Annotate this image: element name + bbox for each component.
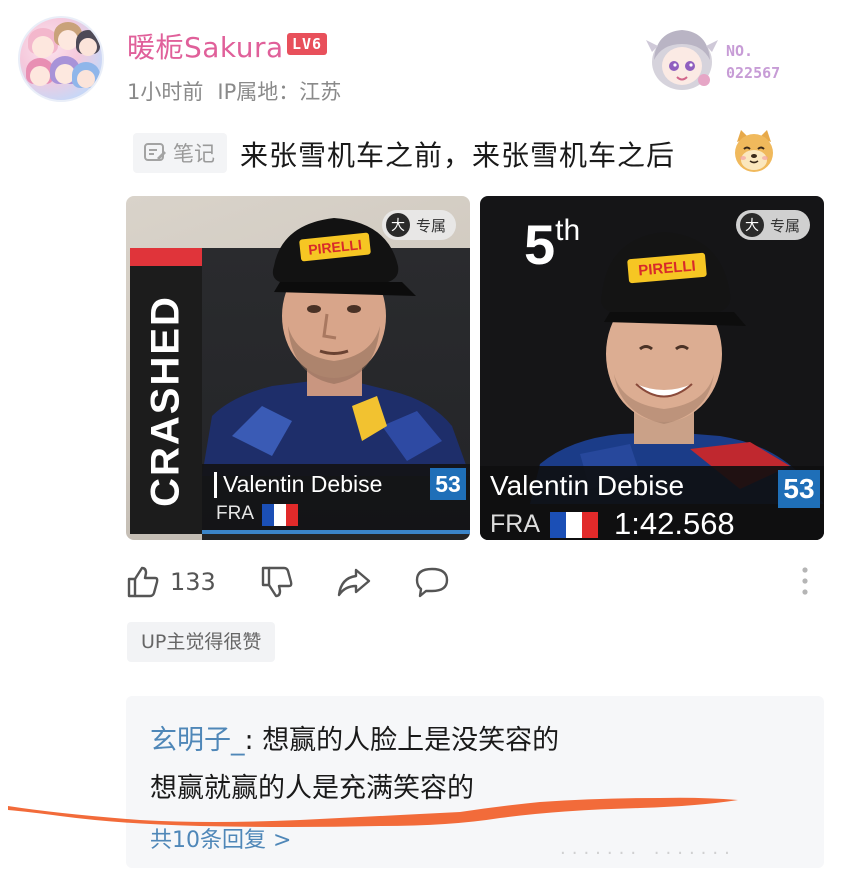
note-icon [144, 143, 166, 161]
orange-underline-scribble [8, 797, 738, 827]
dislike-button[interactable] [260, 565, 294, 599]
france-flag-icon [550, 512, 598, 538]
thumbs-down-icon [261, 566, 293, 598]
comment-button[interactable] [414, 565, 450, 599]
ip-location: IP属地：江苏 [217, 80, 342, 104]
comment-text-1: 想赢的人脸上是没笑容的 [262, 725, 560, 756]
note-tag-label: 笔记 [173, 142, 215, 166]
share-button[interactable] [336, 565, 372, 599]
more-options-icon[interactable] [800, 566, 810, 596]
rider-photo: PIRELLI [530, 232, 824, 504]
comment-username[interactable]: 玄明子_ [150, 725, 245, 756]
rider-number: 53 [778, 470, 820, 508]
rider-photo: PIRELLI [202, 218, 470, 476]
bottom-accent-line [202, 530, 470, 534]
up-liked-badge: UP主觉得很赞 [127, 622, 276, 662]
exclusive-tag-label: 专属 [415, 216, 446, 235]
rider-name: Valentin Debise [490, 470, 685, 501]
note-tag: 笔记 [133, 133, 227, 173]
post-time: 1小时前 [127, 80, 204, 104]
fan-badge-number: NO. 022567 [726, 42, 781, 82]
rider-country: FRA [216, 503, 254, 524]
exclusive-tag: 大 专属 [735, 210, 810, 240]
like-button[interactable]: 133 [126, 565, 216, 599]
post-meta: 1小时前 IP属地：江苏 [127, 76, 341, 106]
big-vip-icon: 大 [385, 213, 410, 237]
fan-badge-avatar-icon[interactable] [642, 22, 722, 94]
exclusive-tag-label: 专属 [769, 216, 800, 235]
comment-icon [415, 567, 449, 598]
crashed-red-bar [130, 248, 202, 266]
big-vip-icon: 大 [739, 213, 764, 237]
lap-time: 1:42.568 [614, 506, 735, 540]
user-avatar[interactable] [18, 16, 104, 102]
post-text: 来张雪机车之前，来张雪机车之后 [240, 139, 676, 172]
watermark: ······· ······· [560, 843, 736, 864]
post-image-2[interactable]: 5th PIRELLI Valentin Debise 53 FRA 1:42.… [480, 196, 824, 540]
comment-line-1: 玄明子_: 想赢的人脸上是没笑容的 [150, 718, 559, 757]
rider-number: 53 [430, 468, 466, 500]
crashed-label: CRASHED [143, 295, 188, 507]
france-flag-icon [262, 504, 298, 526]
rider-name: Valentin Debise [223, 471, 383, 497]
share-icon [337, 568, 371, 597]
like-count: 133 [170, 568, 216, 596]
action-bar: 133 [126, 560, 450, 604]
level-badge: LV6 [287, 33, 328, 55]
rider-country: FRA [490, 510, 540, 538]
doge-emoji-icon [735, 130, 773, 172]
rider-name-divider [214, 472, 217, 498]
thumbs-up-icon [127, 566, 159, 598]
post-image-1[interactable]: CRASHED PIRELLI Valentin Debise 53 FRA 大… [126, 196, 470, 540]
exclusive-tag: 大 专属 [381, 210, 456, 240]
username[interactable]: 暖栀Sakura [127, 26, 284, 66]
comment-separator: : [244, 725, 263, 756]
